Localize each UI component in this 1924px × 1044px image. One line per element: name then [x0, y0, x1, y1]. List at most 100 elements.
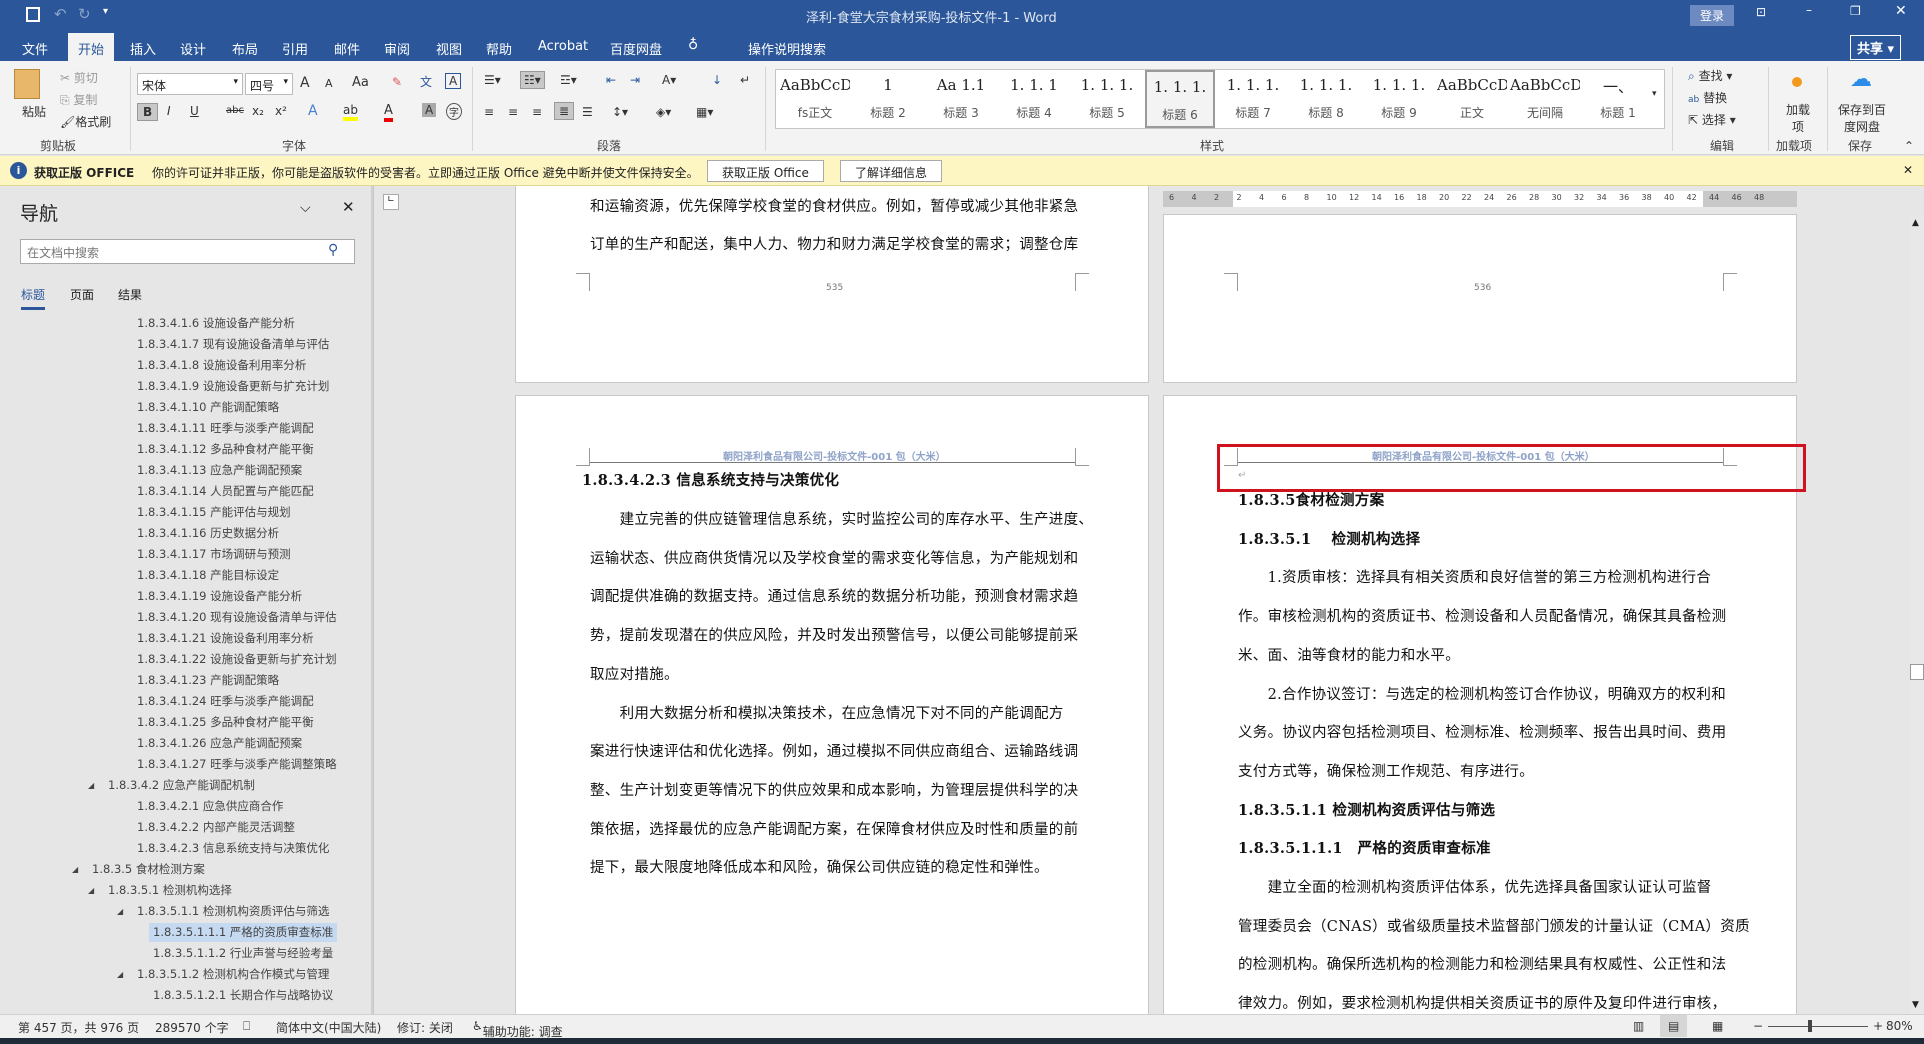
- style-item[interactable]: 一、 标题 1: [1583, 70, 1653, 128]
- select-button[interactable]: ⇱ 选择 ▾: [1688, 111, 1736, 128]
- nav-heading-item[interactable]: 1.8.3.4.1.8 设施设备利用率分析: [133, 356, 310, 375]
- style-item[interactable]: 1. 1. 1. 标题 9: [1364, 70, 1434, 128]
- proofing-icon[interactable]: ⎕: [243, 1019, 250, 1034]
- clear-format-icon[interactable]: ✎: [392, 75, 402, 89]
- nav-heading-item[interactable]: 1.8.3.4.1.15 产能评估与规划: [133, 503, 295, 522]
- get-genuine-button[interactable]: 获取正版 Office: [707, 160, 824, 182]
- nav-heading-item[interactable]: 1.8.3.4.1.20 现有设施设备清单与评估: [133, 608, 341, 627]
- sort-icon[interactable]: ↓: [712, 73, 722, 87]
- align-left-icon[interactable]: ≡: [484, 105, 494, 119]
- style-item[interactable]: AaBbCcDdI fs正文: [780, 70, 850, 128]
- nav-heading-item[interactable]: 1.8.3.5.1.1.2 行业声誉与经验考量: [149, 944, 337, 963]
- styles-more-icon[interactable]: ▾: [1652, 89, 1657, 99]
- nav-heading-item[interactable]: 1.8.3.4.1.10 产能调配策略: [133, 398, 283, 417]
- nav-heading-item[interactable]: 1.8.3.4.1.11 旺季与淡季产能调配: [133, 419, 318, 438]
- nav-scrollbar[interactable]: [371, 186, 373, 1014]
- expand-arrow-icon[interactable]: ◢: [88, 881, 94, 900]
- style-item[interactable]: 1. 1. 1. 标题 5: [1072, 70, 1142, 128]
- text-effects-icon[interactable]: A: [308, 103, 318, 119]
- justify-icon[interactable]: ≣: [554, 102, 575, 120]
- line-spacing-icon[interactable]: ↕▾: [612, 105, 628, 119]
- learn-more-button[interactable]: 了解详细信息: [840, 160, 943, 182]
- minimize-icon[interactable]: –: [1806, 3, 1812, 17]
- tab-layout[interactable]: 布局: [222, 36, 268, 61]
- accessibility[interactable]: ♿ 辅助功能: 调查: [472, 1019, 563, 1039]
- language[interactable]: 简体中文(中国大陆): [276, 1019, 381, 1036]
- nav-heading-item[interactable]: 1.8.3.4.1.6 设施设备产能分析: [133, 314, 299, 333]
- tab-view[interactable]: 视图: [426, 36, 472, 61]
- nav-heading-item[interactable]: 1.8.3.4.1.7 现有设施设备清单与评估: [133, 335, 333, 354]
- save-to-baidu-button[interactable]: 保存到百度网盘: [1836, 101, 1888, 135]
- strikethrough-button[interactable]: abc: [226, 105, 244, 116]
- tab-insert[interactable]: 插入: [120, 36, 166, 61]
- nav-heading-item[interactable]: 1.8.3.4.1.24 旺季与淡季产能调配: [133, 692, 318, 711]
- expand-arrow-icon[interactable]: ◢: [88, 776, 94, 795]
- enclose-char-icon[interactable]: 字: [446, 103, 462, 120]
- nav-heading-item[interactable]: 1.8.3.4.1.27 旺季与淡季产能调整策略: [133, 755, 341, 774]
- find-button[interactable]: ⌕ 查找 ▾: [1688, 67, 1732, 84]
- bold-button[interactable]: B: [137, 103, 159, 121]
- nav-heading-item[interactable]: 1.8.3.4.1.21 设施设备利用率分析: [133, 629, 318, 648]
- borders-icon[interactable]: ▦▾: [696, 105, 713, 119]
- nav-heading-item[interactable]: 1.8.3.4.2.3 信息系统支持与决策优化: [133, 839, 333, 858]
- nav-heading-item[interactable]: ◢ 1.8.3.5.1.1 检测机构资质评估与筛选: [117, 902, 333, 921]
- nav-heading-item[interactable]: 1.8.3.4.1.17 市场调研与预测: [133, 545, 295, 564]
- increase-indent-icon[interactable]: ⇥: [630, 73, 640, 87]
- tab-file[interactable]: 文件: [12, 36, 58, 61]
- highlight-icon[interactable]: ab: [343, 103, 358, 121]
- word-count[interactable]: 289570 个字: [155, 1019, 229, 1036]
- phonetic-guide-icon[interactable]: 文: [420, 73, 432, 90]
- tab-review[interactable]: 审阅: [374, 36, 420, 61]
- tab-acrobat[interactable]: Acrobat: [528, 36, 598, 57]
- zoom-slider[interactable]: [1768, 1026, 1868, 1027]
- style-item[interactable]: AaBbCcDdI 正文: [1437, 70, 1507, 128]
- print-layout-icon[interactable]: ▤: [1660, 1015, 1688, 1037]
- align-center-icon[interactable]: ≡: [508, 105, 518, 119]
- nav-heading-item[interactable]: 1.8.3.4.2.1 应急供应商合作: [133, 797, 287, 816]
- italic-button[interactable]: I: [167, 104, 171, 118]
- style-item[interactable]: 1. 1. 1. 标题 8: [1291, 70, 1361, 128]
- replace-button[interactable]: ab 替换: [1688, 89, 1727, 106]
- nav-close-icon[interactable]: ✕: [342, 198, 355, 216]
- vertical-scrollbar[interactable]: ▲ ▼: [1910, 218, 1924, 1014]
- tell-me-search[interactable]: 操作说明搜索: [738, 36, 836, 61]
- addins-button[interactable]: 加载项: [1786, 101, 1810, 135]
- tab-mailings[interactable]: 邮件: [324, 36, 370, 61]
- zoom-slider-thumb[interactable]: [1808, 1020, 1812, 1032]
- undo-icon[interactable]: ↶: [54, 5, 67, 23]
- shrink-font-button[interactable]: A: [325, 77, 333, 90]
- nav-heading-item[interactable]: 1.8.3.4.1.12 多品种食材产能平衡: [133, 440, 318, 459]
- align-right-icon[interactable]: ≡: [532, 105, 542, 119]
- tab-home[interactable]: 开始: [68, 33, 115, 61]
- tab-design[interactable]: 设计: [170, 36, 216, 61]
- copy-button[interactable]: ⎘ 复制: [60, 91, 97, 108]
- font-color-icon[interactable]: A: [384, 103, 393, 122]
- nav-tab-headings[interactable]: 标题: [21, 286, 46, 310]
- horizontal-ruler[interactable]: 6 4 2 2 4 6 8 10 12 14 16 18 20 22 24 26 28 30 32 34 36 38 40 4…: [1163, 191, 1797, 207]
- nav-heading-item[interactable]: ◢ 1.8.3.5 食材检测方案: [72, 860, 209, 879]
- nav-heading-item[interactable]: 1.8.3.4.1.9 设施设备更新与扩充计划: [133, 377, 333, 396]
- nav-heading-item[interactable]: 1.8.3.4.1.18 产能目标设定: [133, 566, 283, 585]
- close-icon[interactable]: ✕: [1895, 3, 1907, 19]
- scroll-thumb[interactable]: [1910, 664, 1924, 680]
- nav-heading-item[interactable]: 1.8.3.4.1.25 多品种食材产能平衡: [133, 713, 318, 732]
- scroll-down-icon[interactable]: ▼: [1912, 1000, 1919, 1010]
- numbering-icon[interactable]: ☷▾: [520, 71, 545, 89]
- chinese-layout-icon[interactable]: A▾: [662, 73, 676, 87]
- nav-heading-item[interactable]: ◢ 1.8.3.4.2 应急产能调配机制: [88, 776, 259, 795]
- superscript-button[interactable]: x²: [275, 104, 287, 118]
- tab-help[interactable]: 帮助: [476, 36, 522, 61]
- nav-heading-item[interactable]: 1.8.3.4.1.13 应急产能调配预案: [133, 461, 306, 480]
- expand-arrow-icon[interactable]: ◢: [117, 965, 123, 984]
- restore-icon[interactable]: ❐: [1850, 4, 1861, 18]
- zoom-out-button[interactable]: −: [1753, 1019, 1763, 1033]
- expand-arrow-icon[interactable]: ◢: [72, 860, 78, 879]
- nav-heading-item[interactable]: 1.8.3.4.1.14 人员配置与产能匹配: [133, 482, 318, 501]
- customize-qat-icon[interactable]: ▾: [103, 6, 108, 17]
- redo-icon[interactable]: ↻: [78, 5, 91, 23]
- tab-references[interactable]: 引用: [272, 36, 318, 61]
- nav-heading-item[interactable]: 1.8.3.4.1.22 设施设备更新与扩充计划: [133, 650, 341, 669]
- web-layout-icon[interactable]: ▦: [1712, 1019, 1723, 1033]
- close-message-icon[interactable]: ✕: [1903, 163, 1913, 177]
- tab-selector-icon[interactable]: ∟: [383, 194, 399, 210]
